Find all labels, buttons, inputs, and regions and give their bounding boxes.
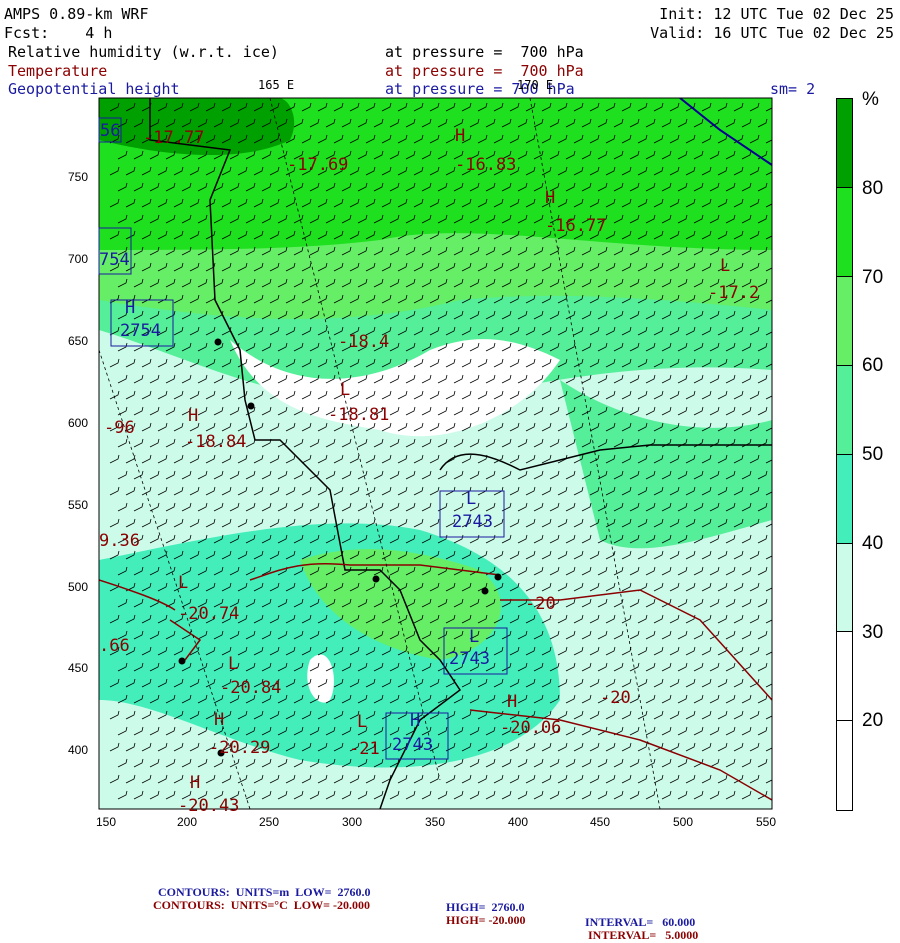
- colorbar-segment: [836, 98, 853, 189]
- colorbar-label: 30: [862, 621, 884, 643]
- temp-label: -20: [525, 594, 556, 614]
- temp-label: -20.29: [209, 738, 271, 758]
- y-tick: 550: [68, 498, 89, 512]
- temp-label: -17.77: [143, 128, 205, 148]
- temp-label: -18.81: [328, 405, 390, 425]
- y-tick: 700: [68, 252, 89, 266]
- temp-label: -17.69: [287, 155, 349, 175]
- height-label: H: [410, 711, 421, 731]
- colorbar-label: 40: [862, 532, 884, 554]
- temp-label: -20.74: [178, 604, 240, 624]
- colorbar-label: 60: [862, 355, 884, 377]
- temp-contour-units: CONTOURS: UNITS=°C LOW= -20.000: [153, 898, 370, 912]
- colorbar-segment: [836, 364, 853, 456]
- temp-label: -96: [104, 418, 135, 438]
- temp-label: .66: [99, 636, 130, 656]
- height-label: 56: [100, 121, 121, 141]
- temp-label: L: [178, 573, 189, 593]
- temp-label: -20.43: [178, 796, 240, 816]
- height-label: 2743: [392, 735, 433, 755]
- temp-label: H: [190, 773, 201, 793]
- footer-temp-contours: CONTOURS: UNITS=°C LOW= -20.000 HIGH= -2…: [150, 883, 698, 943]
- colorbar-label: 80: [862, 178, 884, 199]
- x-tick: 450: [590, 815, 611, 829]
- x-tick: 150: [96, 815, 117, 829]
- height-label: L: [466, 489, 477, 509]
- temp-contour-high: HIGH= -20.000: [446, 913, 526, 927]
- colorbar-segment: [836, 275, 853, 367]
- colorbar-segment: [836, 186, 853, 278]
- temp-contour-interval: INTERVAL= 5.0000: [588, 928, 699, 942]
- temp-label: -20: [600, 688, 631, 708]
- temp-label: L: [340, 380, 351, 400]
- temp-label: -16.83: [455, 155, 517, 175]
- y-tick: 500: [68, 580, 89, 594]
- colorbar-unit: %: [862, 89, 879, 110]
- height-label: 2743: [452, 512, 493, 532]
- y-tick: 400: [68, 743, 89, 757]
- x-tick: 350: [425, 815, 446, 829]
- y-tick: 750: [68, 170, 89, 184]
- temp-label: -18.84: [185, 432, 247, 452]
- height-label: 2754: [120, 321, 161, 341]
- y-tick: 600: [68, 416, 89, 430]
- temp-label: -21: [349, 739, 380, 759]
- x-tick: 250: [259, 815, 280, 829]
- colorbar-label: 20: [862, 710, 884, 732]
- temp-label: H: [507, 692, 518, 712]
- height-label: 2743: [449, 649, 490, 669]
- temp-label: -20.84: [220, 678, 282, 698]
- temp-label: -17.2: [708, 283, 760, 303]
- x-tick: 550: [756, 815, 777, 829]
- colorbar-segment: [836, 631, 853, 723]
- map-plot: [98, 97, 773, 810]
- temp-label: H: [188, 406, 199, 426]
- temp-label: 9.36: [99, 531, 140, 551]
- height-label: L: [469, 627, 480, 647]
- height-label: 754: [99, 250, 130, 270]
- temp-label: -18.4: [338, 332, 390, 352]
- temp-label: L: [228, 654, 239, 674]
- colorbar-segment: [836, 720, 853, 812]
- y-tick: 650: [68, 334, 89, 348]
- colorbar-segment: [836, 453, 853, 545]
- temp-label: H: [545, 188, 556, 208]
- colorbar-label: 70: [862, 266, 884, 288]
- temp-label: H: [214, 710, 225, 730]
- temp-label: H: [455, 126, 466, 146]
- y-tick: 450: [68, 661, 89, 675]
- temp-label: -16.77: [545, 216, 607, 236]
- x-tick: 400: [508, 815, 529, 829]
- x-tick: 500: [673, 815, 694, 829]
- x-tick: 200: [177, 815, 198, 829]
- height-label: H: [125, 298, 136, 318]
- temp-label: L: [720, 256, 731, 276]
- temp-label: -20.06: [500, 718, 562, 738]
- colorbar-label: 50: [862, 444, 884, 466]
- x-tick: 300: [342, 815, 363, 829]
- colorbar-segment: [836, 542, 853, 634]
- temp-label: L: [357, 712, 368, 732]
